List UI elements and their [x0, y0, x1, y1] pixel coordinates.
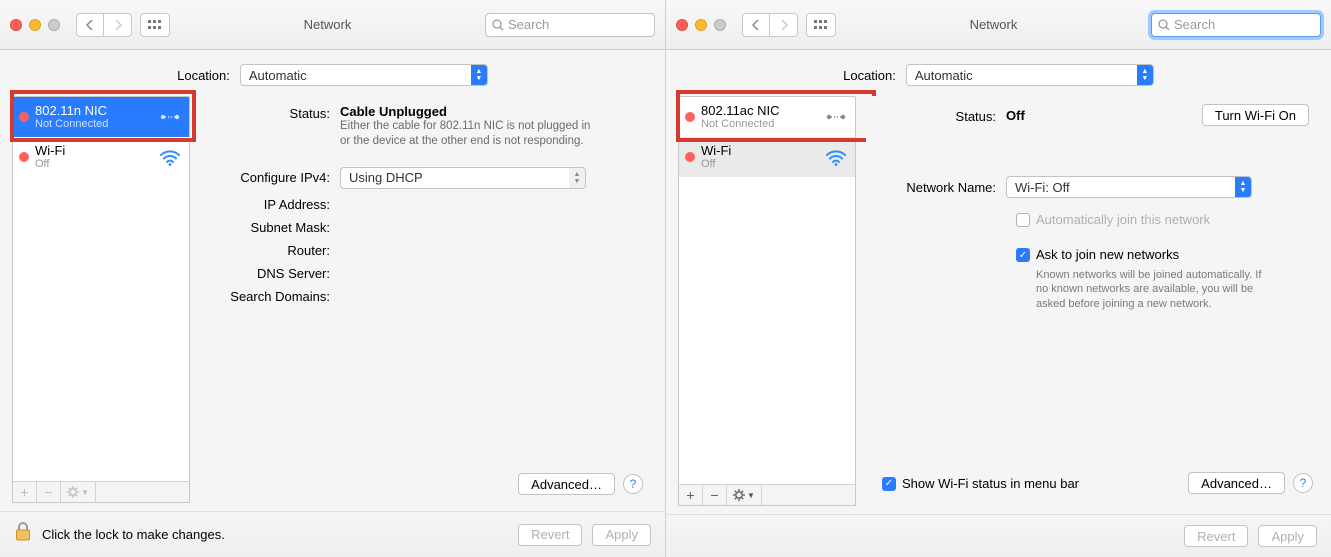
grid-icon: [814, 20, 828, 30]
status-subtext: Either the cable for 802.11n NIC is not …: [340, 119, 600, 149]
network-pane-right: Network Search Location: Automatic ▲▼ 80…: [665, 0, 1331, 557]
zoom-icon[interactable]: [714, 19, 726, 31]
apply-button[interactable]: Apply: [592, 524, 651, 546]
advanced-button[interactable]: Advanced…: [518, 473, 615, 495]
router-label: Router:: [200, 243, 340, 258]
remove-service-button[interactable]: −: [703, 485, 727, 505]
revert-button[interactable]: Revert: [518, 524, 582, 546]
help-button[interactable]: ?: [623, 474, 643, 494]
add-service-button[interactable]: +: [679, 485, 703, 505]
location-popup[interactable]: Automatic ▲▼: [240, 64, 488, 86]
location-label: Location:: [843, 68, 896, 83]
service-action-button[interactable]: ▼: [727, 485, 762, 505]
search-icon: [1158, 19, 1170, 31]
show-all-button[interactable]: [140, 13, 170, 37]
status-value: Cable Unplugged: [340, 104, 643, 119]
gear-icon: [733, 489, 745, 501]
status-label: Status:: [866, 107, 1006, 124]
toolbar: Network Search: [666, 0, 1331, 50]
service-row-wifi[interactable]: Wi-Fi Off: [13, 137, 189, 177]
network-name-label: Network Name:: [866, 180, 1006, 195]
close-icon[interactable]: [676, 19, 688, 31]
help-button[interactable]: ?: [1293, 473, 1313, 493]
service-row-802-11n[interactable]: 802.11n NIC Not Connected: [13, 97, 189, 137]
location-row: Location: Automatic ▲▼: [666, 50, 1331, 96]
status-dot-icon: [19, 112, 29, 122]
lock-icon[interactable]: [14, 522, 32, 547]
checkbox-icon: ✓: [882, 477, 896, 491]
apply-button[interactable]: Apply: [1258, 525, 1317, 547]
gear-icon: [67, 486, 79, 498]
bottom-bar: Revert Apply: [666, 514, 1331, 557]
advanced-button[interactable]: Advanced…: [1188, 472, 1285, 494]
nav-buttons: [742, 13, 798, 37]
show-status-checkbox[interactable]: ✓ Show Wi-Fi status in menu bar: [882, 476, 1079, 491]
window-title: Network: [178, 17, 477, 32]
network-name-popup[interactable]: Wi-Fi: Off ▲▼: [1006, 176, 1252, 198]
status-value: Off: [1006, 108, 1025, 123]
service-action-button[interactable]: ▼: [61, 482, 96, 502]
detail-panel: Status: Cable Unplugged Either the cable…: [200, 96, 653, 503]
status-dot-icon: [685, 152, 695, 162]
ask-join-subtext: Known networks will be joined automatica…: [1036, 268, 1276, 311]
window-controls: [10, 19, 60, 31]
service-list-footer: + − ▼: [678, 484, 856, 506]
detail-panel: Status: Off Turn Wi-Fi On Network Name: …: [866, 96, 1319, 506]
close-icon[interactable]: [10, 19, 22, 31]
wifi-icon: [157, 144, 183, 170]
bottom-bar: Click the lock to make changes. Revert A…: [0, 511, 665, 557]
search-field[interactable]: Search: [485, 13, 655, 37]
chevron-updown-icon: ▲▼: [1235, 177, 1251, 197]
turn-wifi-on-button[interactable]: Turn Wi-Fi On: [1202, 104, 1309, 126]
dns-server-label: DNS Server:: [200, 266, 340, 281]
search-domains-label: Search Domains:: [200, 289, 340, 304]
status-dot-icon: [19, 152, 29, 162]
network-pane-left: Network Search Location: Automatic ▲▼ 80…: [0, 0, 665, 557]
revert-button[interactable]: Revert: [1184, 525, 1248, 547]
location-label: Location:: [177, 68, 230, 83]
minimize-icon[interactable]: [29, 19, 41, 31]
search-field[interactable]: Search: [1151, 13, 1321, 37]
ethernet-icon: [157, 104, 183, 130]
forward-button[interactable]: [770, 13, 798, 37]
add-service-button[interactable]: +: [13, 482, 37, 502]
configure-ipv4-popup[interactable]: Using DHCP ▲▼: [340, 167, 586, 189]
status-dot-icon: [685, 112, 695, 122]
service-list-footer: + − ▼: [12, 481, 190, 503]
ip-address-label: IP Address:: [200, 197, 340, 212]
search-icon: [492, 19, 504, 31]
chevron-updown-icon: ▲▼: [471, 65, 487, 85]
location-row: Location: Automatic ▲▼: [0, 50, 665, 96]
status-label: Status:: [200, 104, 340, 121]
location-popup[interactable]: Automatic ▲▼: [906, 64, 1154, 86]
lock-text: Click the lock to make changes.: [42, 527, 225, 542]
nav-buttons: [76, 13, 132, 37]
back-button[interactable]: [742, 13, 770, 37]
minimize-icon[interactable]: [695, 19, 707, 31]
configure-ipv4-label: Configure IPv4:: [200, 170, 340, 185]
back-button[interactable]: [76, 13, 104, 37]
service-list[interactable]: 802.11ac NIC Not Connected Wi-Fi Off: [678, 96, 856, 484]
window-controls: [676, 19, 726, 31]
grid-icon: [148, 20, 162, 30]
chevron-updown-icon: ▲▼: [1137, 65, 1153, 85]
forward-button[interactable]: [104, 13, 132, 37]
ask-join-checkbox[interactable]: ✓ Ask to join new networks: [1016, 247, 1309, 262]
chevron-updown-icon: ▲▼: [569, 168, 585, 188]
wifi-icon: [823, 144, 849, 170]
window-title: Network: [844, 17, 1143, 32]
remove-service-button[interactable]: −: [37, 482, 61, 502]
service-row-wifi[interactable]: Wi-Fi Off: [679, 137, 855, 177]
auto-join-checkbox[interactable]: Automatically join this network: [1016, 212, 1309, 227]
show-all-button[interactable]: [806, 13, 836, 37]
service-row-802-11ac[interactable]: 802.11ac NIC Not Connected: [679, 97, 855, 137]
toolbar: Network Search: [0, 0, 665, 50]
subnet-mask-label: Subnet Mask:: [200, 220, 340, 235]
ethernet-icon: [823, 104, 849, 130]
service-list[interactable]: 802.11n NIC Not Connected Wi-Fi Off: [12, 96, 190, 481]
checkbox-icon: ✓: [1016, 248, 1030, 262]
checkbox-icon: [1016, 213, 1030, 227]
zoom-icon[interactable]: [48, 19, 60, 31]
